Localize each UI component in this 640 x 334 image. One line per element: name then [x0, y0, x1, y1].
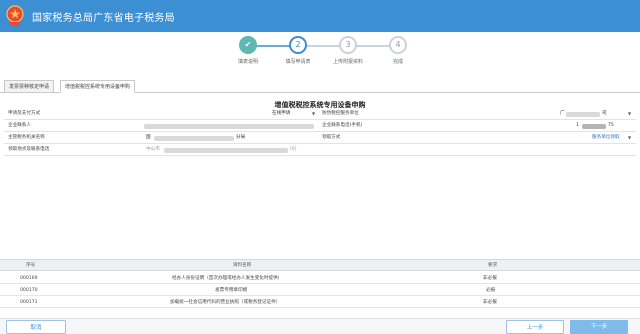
field-label: 主管税务机关名称	[8, 135, 45, 140]
phone-value[interactable]: 1	[576, 120, 579, 132]
field-label: 企业联系电话(手机)	[322, 123, 363, 128]
step-number: 4	[389, 36, 407, 54]
requirement: 必报	[486, 288, 496, 293]
chevron-down-icon[interactable]: ▼	[628, 108, 631, 120]
step-number: 2	[289, 36, 307, 54]
next-step-button[interactable]: 下一步	[570, 320, 628, 334]
document-name: 发票专用章印模	[215, 288, 248, 293]
step-indicator: ✔ 填表说明 2 填写申请表 3 上传附报资料 4 完成	[0, 36, 640, 70]
service-unit-value[interactable]: 广	[560, 108, 565, 120]
apply-method-select[interactable]: 在线申请	[272, 108, 290, 120]
pickup-address-value: 中山市	[146, 147, 160, 152]
form-row: 企业联系人 企业联系电话(手机) 1 75	[4, 120, 636, 132]
tax-emblem-icon	[6, 5, 24, 26]
step-number: 3	[339, 36, 357, 54]
field-label: 企业联系人	[8, 123, 31, 128]
redacted-text	[582, 124, 606, 129]
phone-tail: 75	[608, 123, 614, 128]
form-row: 领取地点及联系电话 中山市 (0)	[4, 144, 636, 156]
tax-office-tail: 分局	[236, 135, 246, 140]
app-title: 国家税务总局广东省电子税务局	[32, 13, 175, 24]
document-name: 经办人身份证明（首次办理或经办人发生变化时提供）	[172, 276, 283, 281]
field-label: 防伪税控服务单位	[322, 111, 359, 116]
requirement: 非必报	[483, 276, 497, 281]
requirement: 非必报	[483, 300, 497, 305]
column-header: 要求	[488, 263, 498, 268]
redacted-text	[164, 148, 288, 153]
table-row[interactable]: 000169 经办人身份证明（首次办理或经办人发生变化时提供） 非必报	[0, 273, 640, 284]
column-header: 序号	[26, 263, 36, 268]
pickup-address-tail: (0)	[290, 147, 297, 152]
table-header: 序号 资料名称 要求	[0, 259, 640, 271]
document-name: 加载统一社会信用代码的营业执照（或税务登记证件）	[170, 300, 281, 305]
contact-person-field[interactable]	[144, 124, 314, 129]
field-label: 申请及支付方式	[8, 111, 41, 116]
row-number: 000171	[20, 300, 38, 305]
table-row[interactable]: 000171 加载统一社会信用代码的营业执照（或税务登记证件） 非必报	[0, 297, 640, 308]
redacted-text	[566, 112, 600, 117]
field-label: 领取地点及联系电话	[8, 147, 50, 152]
field-label: 领取方式	[322, 135, 341, 140]
previous-step-button[interactable]: 上一步	[506, 320, 564, 334]
table-row[interactable]: 000170 发票专用章印模 必报	[0, 285, 640, 296]
tax-office-value: 国	[146, 135, 151, 140]
step-check-icon: ✔	[239, 36, 257, 54]
column-header: 资料名称	[233, 263, 252, 268]
chevron-down-icon[interactable]: ▼	[312, 108, 315, 120]
pickup-method-select[interactable]: 服务单位领取	[592, 132, 620, 144]
form-row: 主管税务机关名称 国 分局 领取方式 服务单位领取 ▼	[4, 132, 636, 144]
footer-bar: 取消 上一步 下一步	[0, 318, 640, 334]
row-number: 000169	[20, 276, 38, 281]
redacted-text	[154, 136, 234, 141]
row-number: 000170	[20, 288, 38, 293]
cancel-button[interactable]: 取消	[6, 320, 66, 334]
service-unit-tail: 司	[602, 111, 607, 116]
chevron-down-icon[interactable]: ▼	[628, 132, 631, 144]
app-header: 国家税务总局广东省电子税务局	[0, 0, 640, 32]
step-4: 4 完成	[368, 36, 428, 65]
form-row: 申请及支付方式 在线申请 ▼ 防伪税控服务单位 广 司 ▼	[4, 108, 636, 120]
tab-invoice-type[interactable]: 发票票种核定申请	[4, 80, 55, 93]
tab-tax-device-purchase[interactable]: 增值税税控系统专用设备申购	[60, 80, 136, 93]
step-label: 完成	[392, 59, 403, 65]
